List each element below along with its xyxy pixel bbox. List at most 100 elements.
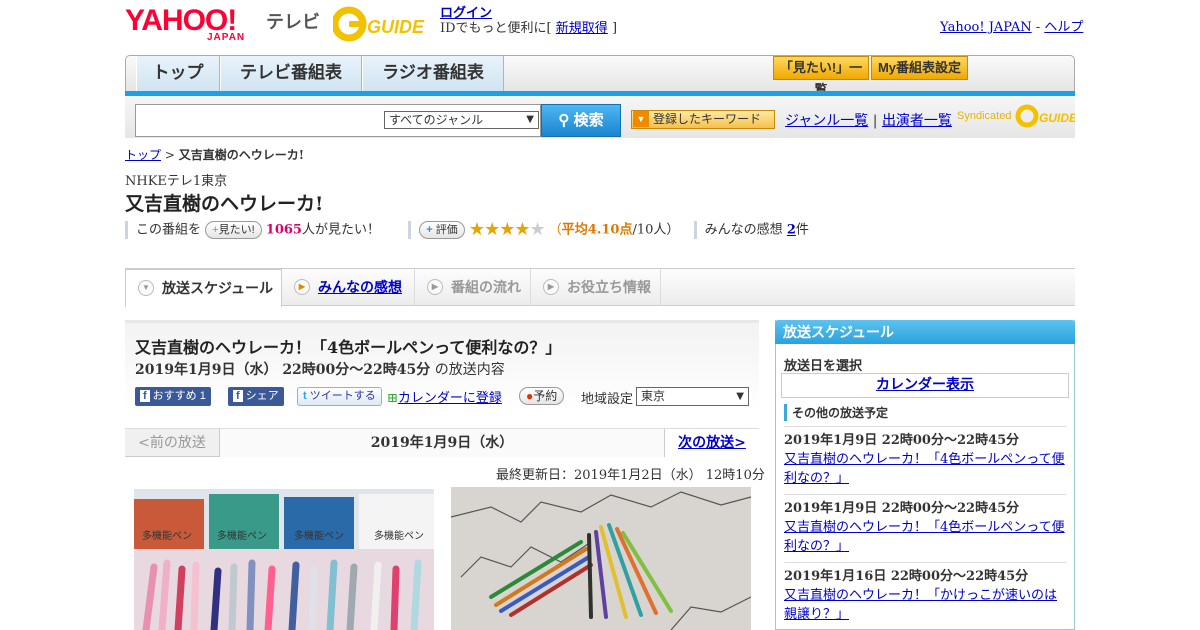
chevron-down-icon: ▼ — [138, 280, 154, 296]
impressions-label: みんなの感想 — [704, 222, 783, 238]
tab-flow[interactable]: ▶ 番組の流れ — [415, 269, 531, 306]
search-button[interactable]: ⚲ 検索 — [541, 104, 621, 137]
star-icon: ★ — [499, 219, 515, 240]
episode-datetime: 2019年1月9日（水） 22時00分～22時45分 — [135, 362, 431, 378]
twitter-icon: t — [303, 390, 310, 402]
breadcrumb-separator: > — [164, 148, 175, 162]
episode-time: 2019年1月9日（水） 22時00分～22時45分 の放送内容 — [135, 359, 505, 379]
rating-average: 平均4.10点 — [561, 222, 633, 238]
tab-label: 番組の流れ — [451, 279, 521, 295]
divider-bar — [408, 221, 412, 239]
tweet-button[interactable]: t ツイートする — [297, 387, 382, 406]
tab-useful-info[interactable]: ▶ お役立ち情報 — [531, 269, 661, 306]
tab-impressions[interactable]: ▶ みんなの感想 — [282, 269, 415, 306]
program-tabs: ▼ 放送スケジュール ▶ みんなの感想 ▶ 番組の流れ ▶ お役立ち情報 — [125, 268, 1075, 307]
gguide-logo: GUIDE — [331, 6, 433, 42]
region-label: 地域設定 — [581, 392, 634, 407]
registered-keyword-button[interactable]: ▼ 登録したキーワード — [631, 110, 775, 129]
impressions-count-link[interactable]: 2 — [787, 223, 796, 238]
schedule-item-time: 2019年1月9日 22時00分～22時45分 — [784, 433, 1020, 448]
register-link[interactable]: 新規取得 — [556, 21, 608, 36]
program-stats: この番組を +見たい! 1065人が見たい！ + 評価 ★★★★★ （平均4.1… — [125, 220, 1075, 242]
tab-label: お役立ち情報 — [567, 279, 651, 295]
chevron-right-icon: ▶ — [294, 279, 310, 295]
program-title: 又吉直樹のヘウレーカ! — [125, 193, 324, 215]
calendar-register-link[interactable]: ⊞カレンダーに登録 — [387, 387, 502, 406]
facebook-share-button[interactable]: f シェア — [228, 387, 284, 406]
japan-logo-text: JAPAN — [207, 32, 246, 43]
nav-tab-tv[interactable]: テレビ番組表 — [220, 56, 362, 93]
next-broadcast-link[interactable]: 次の放送> — [664, 429, 759, 457]
rate-button[interactable]: + 評価 — [419, 221, 465, 239]
want-prefix: この番組を — [136, 222, 202, 238]
facebook-icon: f — [140, 390, 150, 402]
top-right-links: Yahoo! JAPAN - ヘルプ — [940, 16, 1083, 35]
tab-label: みんなの感想 — [318, 279, 402, 295]
episode-title: 又吉直樹のヘウレーカ！「4色ボールペンって便利なの？」 — [135, 338, 562, 357]
tab-schedule[interactable]: ▼ 放送スケジュール — [125, 269, 282, 307]
want-to-see-label: 見たい! — [218, 224, 255, 236]
facebook-icon: f — [233, 390, 243, 402]
schedule-item-time: 2019年1月9日 22時00分～22時45分 — [784, 501, 1020, 516]
login-link[interactable]: ログイン — [440, 6, 492, 21]
plus-icon: + — [426, 224, 433, 236]
rating-count: /10人） — [632, 222, 680, 238]
facebook-recommend-label: おすすめ 1 — [152, 390, 206, 402]
last-updated: 最終更新日：2019年1月2日（水） 12時10分 — [496, 468, 765, 483]
pen-label-text: 多機能ペン — [142, 531, 192, 542]
schedule-item: 2019年1月9日 22時00分～22時45分 又吉直樹のヘウレーカ！「4色ボー… — [784, 426, 1066, 488]
star-icon: ★ — [514, 219, 530, 240]
calendar-register-label: カレンダーに登録 — [397, 391, 502, 406]
schedule-item-link[interactable]: 又吉直樹のヘウレーカ！「4色ボールペンって便利なの？」 — [784, 450, 1066, 488]
tv-label: テレビ — [266, 12, 320, 32]
want-count: 1065 — [265, 222, 302, 238]
login-area: ログイン IDでもっと便利に[ 新規取得 ] — [440, 6, 617, 36]
schedule-item: 2019年1月9日 22時00分～22時45分 又吉直樹のヘウレーカ！「4色ボー… — [784, 494, 1066, 556]
region-select[interactable]: 東京 ▼ — [636, 387, 749, 406]
breadcrumb-top-link[interactable]: トップ — [125, 148, 161, 162]
facebook-share-label: シェア — [245, 390, 279, 402]
svg-text:GUIDE: GUIDE — [1039, 111, 1075, 125]
channel-name: NHKEテレ1東京 — [125, 174, 228, 189]
breadcrumb-current: 又吉直樹のヘウレーカ! — [178, 148, 305, 162]
search-icon: ⚲ — [558, 112, 570, 129]
calendar-view-button[interactable]: カレンダー表示 — [781, 373, 1069, 398]
pen-label-text: 多機能ペン — [294, 531, 344, 542]
prev-broadcast-link[interactable]: <前の放送 — [125, 429, 220, 457]
cast-list-link[interactable]: 出演者一覧 — [882, 113, 952, 129]
reserve-label: 予約 — [533, 389, 558, 403]
tweet-label: ツイートする — [309, 390, 376, 402]
gguide-mini-logo-icon: GUIDE — [1015, 104, 1078, 128]
pens-photo: 多機能ペン 多機能ペン 多機能ペン 多機能ペン — [134, 489, 434, 630]
schedule-item: 2019年1月16日 22時00分～22時45分 又吉直樹のヘウレーカ！「かけっ… — [784, 562, 1066, 624]
star-icon: ★ — [484, 219, 500, 240]
star-icon: ★ — [468, 219, 485, 240]
my-table-settings-button[interactable]: My番組表設定 — [871, 56, 968, 80]
reserve-button[interactable]: ●予約 — [519, 387, 565, 405]
genre-select-value: すべてのジャンル — [389, 113, 484, 127]
yahoo-japan-logo[interactable]: YAHOO! JAPAN — [125, 6, 262, 44]
help-link[interactable]: ヘルプ — [1044, 20, 1083, 35]
facebook-recommend-button[interactable]: f おすすめ 1 — [135, 387, 211, 406]
schedule-item-time: 2019年1月16日 22時00分～22時45分 — [784, 569, 1029, 584]
broadcast-pager: <前の放送 2019年1月9日（水） 次の放送> — [125, 428, 759, 457]
genre-list-link[interactable]: ジャンル一覧 — [785, 113, 868, 129]
want-suffix: 人が見たい！ — [301, 222, 380, 238]
genre-select[interactable]: すべてのジャンル ▼ — [384, 111, 539, 129]
syndicated-label: Syndicated — [957, 109, 1012, 122]
dropdown-arrow-icon: ▼ — [736, 391, 744, 402]
colored-pencils-map-photo — [451, 487, 751, 630]
nav-tab-top[interactable]: トップ — [136, 56, 220, 93]
schedule-item-link[interactable]: 又吉直樹のヘウレーカ！「4色ボールペンって便利なの？」 — [784, 518, 1066, 556]
yahoo-japan-link[interactable]: Yahoo! JAPAN — [940, 20, 1032, 35]
mitai-list-button[interactable]: 「見たい!」一覧 — [773, 56, 869, 97]
schedule-item-link[interactable]: 又吉直樹のヘウレーカ！「かけっこが速いのは親譲り？」 — [784, 586, 1066, 624]
search-button-label: 検索 — [573, 112, 604, 129]
link-divider: | — [872, 113, 878, 129]
nav-tab-radio[interactable]: ラジオ番組表 — [362, 56, 504, 93]
want-to-see-button[interactable]: +見たい! — [205, 221, 262, 239]
region-select-value: 東京 — [641, 389, 666, 403]
star-empty-icon: ★ — [529, 219, 545, 240]
rate-label: 評価 — [435, 224, 458, 236]
rating-stars: ★★★★★ — [468, 219, 546, 240]
